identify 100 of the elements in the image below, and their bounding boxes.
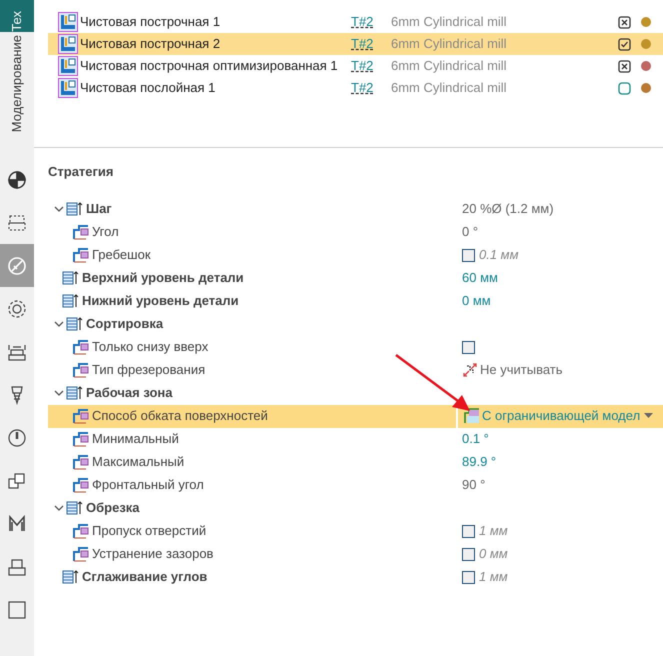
caret-icon xyxy=(644,413,654,419)
parameter-row[interactable]: Верхний уровень детали 60 мм xyxy=(48,266,663,290)
parameter-icon xyxy=(72,431,90,447)
parameter-label: Сортировка xyxy=(86,315,164,334)
parameter-row[interactable]: Пропуск отверстий 1 мм xyxy=(48,520,663,542)
parameter-label: Сглаживание углов xyxy=(82,568,208,586)
tool-name: 6mm Cylindrical mill xyxy=(391,13,508,32)
chevron-icon[interactable] xyxy=(54,204,64,214)
parameter-row[interactable]: Только снизу вверх xyxy=(48,336,663,358)
operation-icon xyxy=(58,78,78,98)
parameter-icon xyxy=(72,362,90,378)
parameter-icon xyxy=(62,293,80,309)
parameter-icon xyxy=(72,408,90,424)
tool-icon[interactable] xyxy=(6,598,28,620)
parameter-row[interactable]: Способ обката поверхностей С ограничивающей модел xyxy=(48,404,663,428)
parameter-icon xyxy=(66,201,84,217)
parameter-row[interactable]: Минимальный 0.1 ° xyxy=(48,428,663,450)
parameter-row[interactable]: Фронтальный угол 90 ° xyxy=(48,474,663,496)
parameter-icon xyxy=(66,316,84,332)
operation-row[interactable]: Чистовая послойная 1 T#2 6mm Cylindrical mill xyxy=(48,77,663,99)
section-title: Стратегия xyxy=(48,163,114,181)
tool-name: 6mm Cylindrical mill xyxy=(391,57,508,76)
checkbox[interactable] xyxy=(462,340,475,354)
parameter-row[interactable]: Устранение зазоров 0 мм xyxy=(48,542,663,566)
empty-box-icon[interactable] xyxy=(618,82,631,94)
parameter-label: Устранение зазоров xyxy=(92,545,214,564)
tool-name: 6mm Cylindrical mill xyxy=(391,79,508,98)
parameter-row[interactable]: Рабочая зона xyxy=(48,382,663,404)
operation-icon xyxy=(58,12,78,32)
tool-link[interactable]: T#2 xyxy=(351,78,391,98)
parameter-label: Верхний уровень детали xyxy=(82,269,244,288)
tool-name: 6mm Cylindrical mill xyxy=(391,35,508,54)
parameter-value[interactable]: 0 мм xyxy=(462,291,491,311)
parameter-value[interactable]: 0.1 ° xyxy=(462,429,489,449)
side-tab[interactable]: Тех xyxy=(0,0,34,32)
checkbox[interactable] xyxy=(462,570,475,584)
parameter-value[interactable]: Не учитывать xyxy=(480,360,562,380)
parameter-label: Тип фрезерования xyxy=(92,361,206,380)
crossed-box-icon[interactable] xyxy=(618,60,631,72)
parameter-icon xyxy=(66,385,84,401)
operation-icon xyxy=(58,56,78,76)
parameter-label: Шаг xyxy=(86,200,112,218)
parameter-label: Обрезка xyxy=(86,499,140,518)
parameter-row[interactable]: Обрезка xyxy=(48,496,663,520)
tool-link[interactable]: T#2 xyxy=(351,56,391,76)
parameter-icon xyxy=(72,523,90,539)
chevron-icon[interactable] xyxy=(54,503,64,513)
parameter-value: 1 мм xyxy=(479,522,508,540)
parameter-icon xyxy=(72,477,90,493)
parameter-icon xyxy=(62,569,80,585)
parameter-row[interactable]: Угол 0 ° xyxy=(48,220,663,244)
checkbox[interactable] xyxy=(462,524,475,538)
parameter-row[interactable]: Гребешок 0.1 мм xyxy=(48,244,663,266)
checkbox[interactable] xyxy=(462,248,475,262)
chevron-icon[interactable] xyxy=(54,319,64,329)
parameter-value[interactable]: 90 ° xyxy=(462,475,486,495)
tool-icon[interactable] xyxy=(6,168,28,190)
parameter-label: Нижний уровень детали xyxy=(82,292,239,310)
checked-box-icon[interactable] xyxy=(618,38,631,50)
tool-icon[interactable] xyxy=(6,426,28,448)
tool-link[interactable]: T#2 xyxy=(351,12,391,32)
tool-icon[interactable] xyxy=(6,298,28,320)
parameter-value[interactable]: 0 ° xyxy=(462,222,478,242)
parameter-icon xyxy=(72,339,90,355)
operation-name: Чистовая построчная оптимизированная 1 xyxy=(79,57,339,76)
parameter-row[interactable]: Сортировка xyxy=(48,312,663,336)
parameter-label: Гребешок xyxy=(92,246,150,264)
parameter-label: Минимальный xyxy=(92,430,179,448)
crossed-box-icon[interactable] xyxy=(618,16,631,28)
operation-name: Чистовая послойная 1 xyxy=(79,79,216,98)
operation-name: Чистовая построчная 1 xyxy=(79,13,222,32)
parameter-label: Способ обката поверхностей xyxy=(92,407,268,426)
parameter-value: 0 мм xyxy=(479,545,508,564)
operation-row[interactable]: Чистовая построчная оптимизированная 1 T#2 6mm Cylindrical mill xyxy=(48,55,663,77)
operation-row[interactable]: Чистовая построчная 2 T#2 6mm Cylindrical mill xyxy=(48,33,663,55)
parameter-label: Рабочая зона xyxy=(86,384,173,402)
parameter-value: 0.1 мм xyxy=(479,246,519,264)
side-tab[interactable]: Моделирование xyxy=(0,32,34,142)
parameter-row[interactable]: Нижний уровень детали 0 мм xyxy=(48,290,663,312)
parameter-row[interactable]: Максимальный 89.9 ° xyxy=(48,450,663,474)
parameter-label: Фронтальный угол xyxy=(92,476,204,494)
parameter-row[interactable]: Сглаживание углов 1 мм xyxy=(48,566,663,588)
parameter-value[interactable]: 89.9 ° xyxy=(462,452,496,472)
checkbox[interactable] xyxy=(462,548,475,560)
parameter-label: Только снизу вверх xyxy=(92,338,208,356)
operation-icon xyxy=(58,34,78,54)
chevron-icon[interactable] xyxy=(54,388,64,398)
operation-row[interactable]: Чистовая построчная 1 T#2 6mm Cylindrical mill xyxy=(48,11,663,33)
parameter-icon xyxy=(72,546,90,562)
parameter-icon xyxy=(72,454,90,470)
parameter-icon xyxy=(72,247,90,263)
surface-mode-icon xyxy=(464,408,480,424)
milling-type-icon xyxy=(462,362,478,378)
parameter-row[interactable]: Шаг 20 %Ø (1.2 мм) xyxy=(48,198,663,220)
parameter-icon xyxy=(62,270,80,286)
parameter-label: Максимальный xyxy=(92,453,184,472)
parameter-row[interactable]: Тип фрезерования Не учитывать xyxy=(48,358,663,382)
parameter-value[interactable]: 20 %Ø (1.2 мм) xyxy=(462,199,554,219)
parameter-value[interactable]: 60 мм xyxy=(462,268,498,288)
operation-name: Чистовая построчная 2 xyxy=(79,35,222,54)
